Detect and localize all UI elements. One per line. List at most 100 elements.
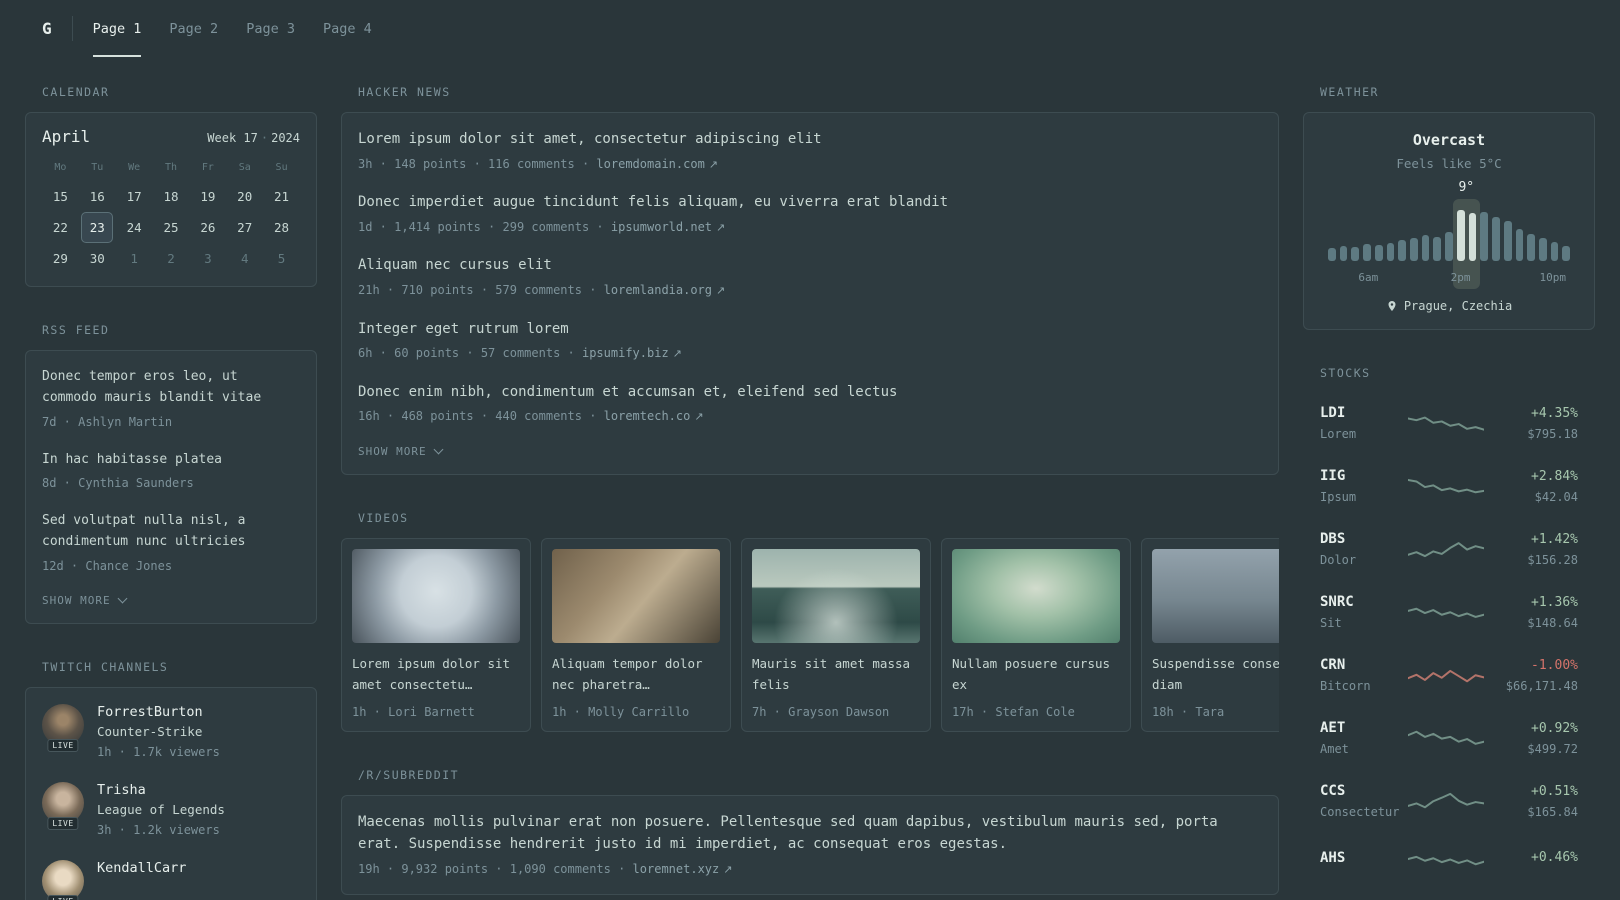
channel-game[interactable]: League of Legends — [97, 802, 225, 817]
video-meta: 1h · Lori Barnett — [352, 705, 475, 720]
app-logo[interactable]: G — [42, 0, 52, 57]
stock-price: $165.84 — [1527, 804, 1578, 819]
stock-price: $42.04 — [1534, 489, 1578, 504]
rss-items: Donec tempor eros leo, ut commodo mauris… — [42, 367, 300, 575]
hn-item-source-link[interactable]: loremtech.co ↗ — [604, 409, 704, 423]
stock-name: Amet — [1320, 742, 1349, 756]
rss-item-link[interactable]: Sed volutpat nulla nisl, a condimentum n… — [42, 511, 300, 553]
subreddit-widget: /R/SUBREDDIT Maecenas mollis pulvinar er… — [341, 768, 1279, 896]
channel-avatar-wrap: LIVE — [42, 703, 84, 752]
video-title-link[interactable]: Suspendisse consequat diam — [1152, 654, 1279, 695]
weather-widget: WEATHER Overcast Feels like 5°C 9° 6am 2p… — [1303, 85, 1595, 330]
calendar-day: 30 — [89, 251, 105, 266]
subreddit-post-stats: 19h · 9,932 points · 1,090 comments · — [358, 861, 633, 876]
hn-show-more-button[interactable]: SHOW MORE — [358, 444, 444, 458]
weather-bar — [1433, 236, 1442, 261]
stock-sparkline — [1408, 411, 1484, 438]
chevron-down-icon — [433, 444, 444, 455]
weather-bar — [1515, 228, 1524, 261]
calendar-day: 24 — [126, 220, 142, 235]
stock-row[interactable]: CRN Bitcorn -1.00% $66,171.48 — [1320, 645, 1578, 708]
video-thumbnail — [552, 548, 720, 644]
stock-row[interactable]: CCS Consectetur +0.51% $165.84 — [1320, 771, 1578, 834]
twitch-widget: TWITCH CHANNELS LIVE ForrestBurton Count… — [25, 660, 317, 900]
stock-change: +1.42% — [1531, 531, 1578, 547]
hn-item-link[interactable]: Integer eget rutrum lorem — [358, 319, 1262, 341]
channel-name-link[interactable]: KendallCarr — [97, 860, 186, 876]
external-link-icon: ↗ — [723, 862, 733, 876]
hn-item-link[interactable]: Donec imperdiet augue tincidunt felis al… — [358, 192, 1262, 214]
video-title-link[interactable]: Lorem ipsum dolor sit amet consectetu… — [352, 654, 520, 695]
hacker-news-widget: HACKER NEWS Lorem ipsum dolor sit amet, … — [341, 85, 1279, 475]
show-more-label: SHOW MORE — [42, 593, 111, 607]
weather-feels-like: Feels like 5°C — [1396, 156, 1502, 171]
hn-item-link[interactable]: Donec enim nibh, condimentum et accumsan… — [358, 382, 1262, 404]
rss-item-link[interactable]: In hac habitasse platea — [42, 450, 300, 471]
twitch-channels: LIVE ForrestBurton Counter-Strike 1h · 1… — [42, 703, 300, 900]
rss-item-link[interactable]: Donec tempor eros leo, ut commodo mauris… — [42, 367, 300, 409]
weather-bar — [1445, 231, 1453, 261]
stock-symbol: AHS — [1320, 849, 1346, 866]
stock-values: +2.84% $42.04 — [1484, 469, 1578, 506]
stock-row[interactable]: AET Amet +0.92% $499.72 — [1320, 708, 1578, 771]
stock-row[interactable]: AHS +0.46% — [1320, 834, 1578, 886]
twitch-channel-row[interactable]: LIVE KendallCarr — [42, 859, 300, 900]
stock-identity: IIG Ipsum — [1320, 468, 1408, 506]
video-card[interactable]: Mauris sit amet massa felis 7h · Grayson… — [741, 537, 931, 733]
subreddit-post-meta: 19h · 9,932 points · 1,090 comments · lo… — [358, 860, 1262, 879]
stock-change: +0.92% — [1531, 720, 1578, 736]
calendar-widget-title: CALENDAR — [42, 85, 110, 99]
hn-item: Aliquam nec cursus elit 21h · 710 points… — [358, 255, 1262, 299]
channel-info: ForrestBurton Counter-Strike 1h · 1.7k v… — [97, 704, 220, 761]
calendar-day: 27 — [237, 220, 253, 235]
hn-item-source-link[interactable]: loremlandia.org ↗ — [604, 283, 726, 297]
twitch-channel-row[interactable]: LIVE Trisha League of Legends 3h · 1.2k … — [42, 781, 300, 839]
weather-bar — [1456, 209, 1465, 261]
hn-item-source-link[interactable]: ipsumify.biz ↗ — [582, 346, 682, 360]
stock-name: Consectetur — [1320, 805, 1400, 819]
rss-show-more-button[interactable]: SHOW MORE — [42, 593, 128, 607]
video-title-link[interactable]: Aliquam tempor dolor nec pharetra… — [552, 654, 720, 695]
stock-row[interactable]: IIG Ipsum +2.84% $42.04 — [1320, 456, 1578, 519]
separator-dot: · — [260, 131, 269, 145]
video-card[interactable]: Suspendisse consequat diam 18h · Tara — [1141, 537, 1279, 733]
day-of-week-label: Th — [164, 162, 178, 173]
calendar-day: 20 — [237, 189, 253, 204]
video-card[interactable]: Aliquam tempor dolor nec pharetra… 1h · … — [541, 537, 731, 733]
page-tab[interactable]: Page 4 — [323, 0, 372, 57]
video-thumbnail — [952, 548, 1120, 644]
stock-change: +0.51% — [1531, 783, 1578, 799]
hn-item-link[interactable]: Lorem ipsum dolor sit amet, consectetur … — [358, 129, 1262, 151]
channel-game[interactable]: Counter-Strike — [97, 724, 220, 739]
page-tab[interactable]: Page 3 — [246, 0, 295, 57]
nav-divider — [71, 16, 73, 41]
stock-identity: LDI Lorem — [1320, 405, 1408, 443]
calendar-day: 15 — [52, 189, 68, 204]
video-card[interactable]: Lorem ipsum dolor sit amet consectetu… 1… — [341, 537, 531, 733]
rss-widget: RSS FEED Donec tempor eros leo, ut commo… — [25, 323, 317, 624]
hn-item-link[interactable]: Aliquam nec cursus elit — [358, 255, 1262, 277]
stock-row[interactable]: SNRC Sit +1.36% $148.64 — [1320, 582, 1578, 645]
weather-bar — [1386, 242, 1395, 261]
stock-row[interactable]: DBS Dolor +1.42% $156.28 — [1320, 519, 1578, 582]
video-title-link[interactable]: Mauris sit amet massa felis — [752, 654, 920, 695]
stock-name: Ipsum — [1320, 490, 1357, 504]
channel-name-link[interactable]: Trisha — [97, 782, 225, 798]
subreddit-post-link[interactable]: Maecenas mollis pulvinar erat non posuer… — [358, 812, 1262, 855]
video-card[interactable]: Nullam posuere cursus ex 17h · Stefan Co… — [941, 537, 1131, 733]
twitch-channel-row[interactable]: LIVE ForrestBurton Counter-Strike 1h · 1… — [42, 703, 300, 761]
channel-name-link[interactable]: ForrestBurton — [97, 704, 220, 720]
page-tab[interactable]: Page 2 — [169, 0, 218, 57]
stock-sparkline — [1408, 600, 1484, 627]
video-title-link[interactable]: Nullam posuere cursus ex — [952, 654, 1120, 695]
source-domain: ipsumworld.net — [610, 219, 713, 234]
hn-item-source-link[interactable]: ipsumworld.net ↗ — [611, 220, 725, 234]
stock-row[interactable]: LDI Lorem +4.35% $795.18 — [1320, 393, 1578, 456]
calendar-day: 23 — [81, 212, 114, 243]
stock-sparkline — [1408, 789, 1484, 816]
page-tab[interactable]: Page 1 — [92, 0, 142, 57]
subreddit-widget-title: /R/SUBREDDIT — [358, 768, 460, 783]
hn-item-source-link[interactable]: loremdomain.com ↗ — [596, 157, 718, 171]
weather-bar — [1351, 246, 1360, 261]
subreddit-source-link[interactable]: loremnet.xyz ↗ — [633, 862, 733, 876]
